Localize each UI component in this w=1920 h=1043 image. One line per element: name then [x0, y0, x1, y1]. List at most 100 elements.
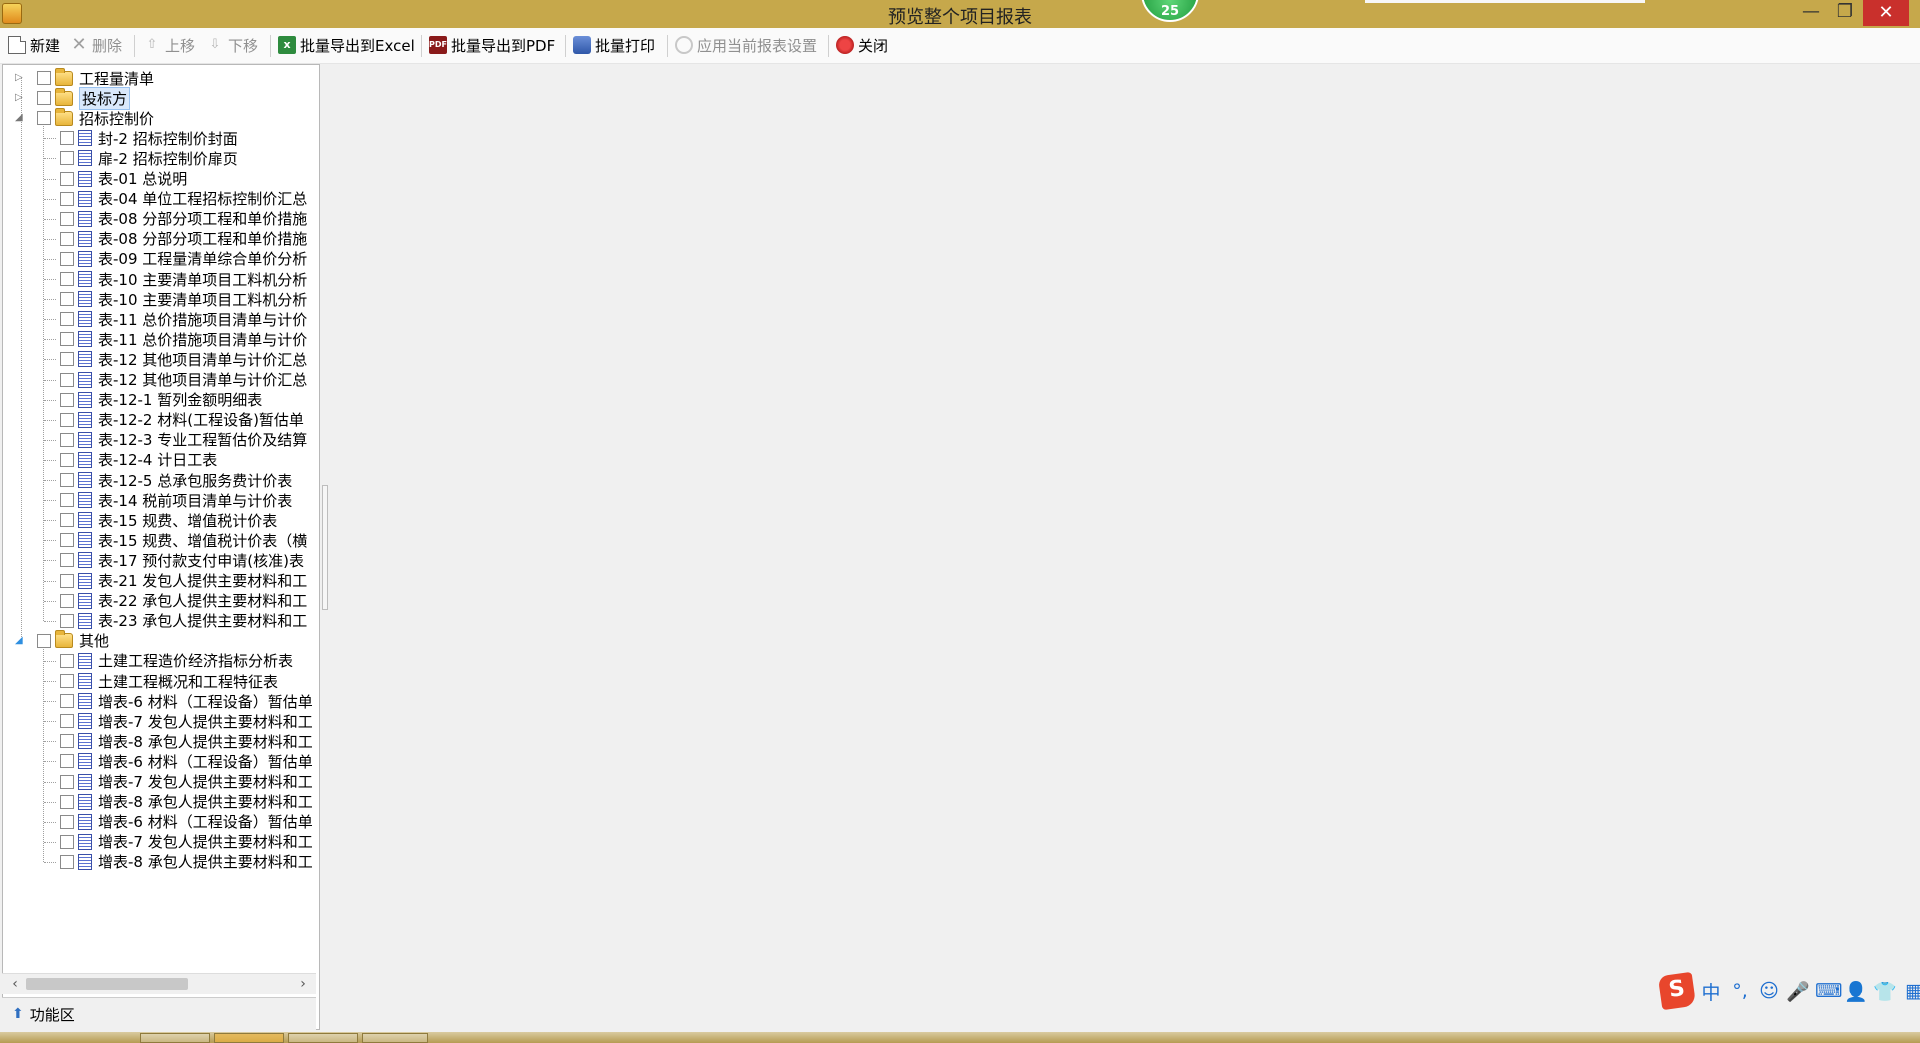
tree-item[interactable]: 表-10 主要清单项目工料机分析	[60, 289, 307, 309]
tree-item[interactable]: 表-11 总价措施项目清单与计价	[60, 309, 307, 329]
taskbar-app-active[interactable]	[214, 1033, 284, 1043]
tree-item[interactable]: 增表-7 发包人提供主要材料和工	[60, 711, 313, 731]
move-down-button[interactable]: ⇩ 下移	[206, 33, 258, 57]
tree-item[interactable]: 表-12-5 总承包服务费计价表	[60, 470, 292, 490]
export-excel-button[interactable]: x 批量导出到Excel	[278, 33, 415, 57]
taskbar-app[interactable]	[288, 1033, 358, 1043]
tree-checkbox[interactable]	[60, 292, 74, 307]
tree-checkbox[interactable]	[60, 231, 74, 246]
tree-checkbox[interactable]	[37, 111, 51, 126]
tree-checkbox[interactable]	[60, 854, 74, 869]
tree-group-3[interactable]: ◢ 其他	[3, 630, 109, 651]
tree-checkbox[interactable]	[60, 814, 74, 829]
expand-arrow-icon[interactable]: ▷	[15, 92, 25, 104]
tree-item[interactable]: 增表-7 发包人提供主要材料和工	[60, 772, 313, 792]
taskbar-app[interactable]	[140, 1033, 210, 1043]
tree-checkbox[interactable]	[60, 191, 74, 206]
tree-checkbox[interactable]	[60, 493, 74, 508]
move-up-button[interactable]: ⇧ 上移	[143, 33, 195, 57]
tree-group-1[interactable]: ▷ 投标方	[3, 86, 131, 110]
minimize-button[interactable]: —	[1794, 0, 1828, 26]
emoji-icon[interactable]: ☺	[1757, 980, 1781, 1002]
maximize-button[interactable]: ❐	[1828, 0, 1862, 26]
apply-settings-button[interactable]: 应用当前报表设置	[675, 33, 817, 57]
tree-item[interactable]: 增表-6 材料（工程设备）暂估单	[60, 691, 313, 711]
tree-item[interactable]: 增表-7 发包人提供主要材料和工	[60, 832, 313, 852]
tree-item[interactable]: 土建工程造价经济指标分析表	[60, 651, 293, 671]
tree-item[interactable]: 表-23 承包人提供主要材料和工	[60, 611, 307, 631]
delete-button[interactable]: ✕ 删除	[70, 33, 122, 57]
tree-checkbox[interactable]	[60, 412, 74, 427]
tree-checkbox[interactable]	[60, 372, 74, 387]
menu-grid-icon[interactable]: ▦	[1902, 980, 1920, 1002]
tree-checkbox[interactable]	[60, 392, 74, 407]
report-tree[interactable]: ▷ 工程量清单 ▷ 投标方 ◢ 招标控制价 封-2 招标控制价封面 扉-2 招标控制价扉页 表-…	[2, 64, 320, 1030]
tree-item[interactable]: 表-12 其他项目清单与计价汇总	[60, 349, 307, 369]
tree-item[interactable]: 增表-6 材料（工程设备）暂估单	[60, 751, 313, 771]
tree-checkbox[interactable]	[60, 593, 74, 608]
tree-item[interactable]: 表-12-4 计日工表	[60, 450, 217, 470]
skin-icon[interactable]: 👕	[1873, 980, 1897, 1003]
tree-item[interactable]: 表-11 总价措施项目清单与计价	[60, 329, 307, 349]
chinese-mode-icon[interactable]: 中	[1699, 978, 1723, 1005]
tree-checkbox[interactable]	[60, 754, 74, 769]
tree-item[interactable]: 表-14 税前项目清单与计价表	[60, 490, 292, 510]
tree-checkbox[interactable]	[60, 452, 74, 467]
keyboard-icon[interactable]: ⌨	[1815, 980, 1842, 1002]
tree-checkbox[interactable]	[60, 211, 74, 226]
tree-item[interactable]: 表-08 分部分项工程和单价措施	[60, 229, 307, 249]
tree-group-2[interactable]: ◢ 招标控制价	[3, 107, 154, 128]
tree-checkbox[interactable]	[37, 633, 51, 648]
taskbar-app[interactable]	[362, 1033, 428, 1043]
tree-checkbox[interactable]	[60, 171, 74, 186]
tree-checkbox[interactable]	[60, 653, 74, 668]
tree-checkbox[interactable]	[60, 573, 74, 588]
tree-checkbox[interactable]	[60, 352, 74, 367]
tree-item[interactable]: 增表-8 承包人提供主要材料和工	[60, 731, 313, 751]
tree-item[interactable]: 表-08 分部分项工程和单价措施	[60, 209, 307, 229]
tree-checkbox[interactable]	[60, 794, 74, 809]
tree-checkbox[interactable]	[60, 312, 74, 327]
tree-item[interactable]: 表-01 总说明	[60, 169, 187, 189]
ime-logo-icon[interactable]: S	[1657, 971, 1697, 1011]
tree-horizontal-scrollbar[interactable]: ‹ ›	[2, 973, 316, 994]
punctuation-icon[interactable]: °,	[1728, 980, 1752, 1002]
tree-item[interactable]: 表-17 预付款支付申请(核准)表	[60, 550, 304, 570]
tree-item[interactable]: 表-10 主要清单项目工料机分析	[60, 269, 307, 289]
collapse-arrow-icon[interactable]: ◢	[15, 635, 25, 647]
scroll-right-icon[interactable]: ›	[294, 975, 312, 993]
tree-checkbox[interactable]	[60, 694, 74, 709]
tree-checkbox[interactable]	[60, 272, 74, 286]
tree-item[interactable]: 表-12 其他项目清单与计价汇总	[60, 370, 307, 390]
batch-print-button[interactable]: 批量打印	[573, 33, 655, 57]
expand-arrow-icon[interactable]: ▷	[15, 72, 25, 84]
new-button[interactable]: 新建	[8, 33, 60, 57]
export-pdf-button[interactable]: PDF 批量导出到PDF	[429, 33, 555, 57]
tree-checkbox[interactable]	[60, 533, 74, 548]
scroll-left-icon[interactable]: ‹	[6, 975, 24, 993]
tree-checkbox[interactable]	[60, 714, 74, 729]
tree-item[interactable]: 表-22 承包人提供主要材料和工	[60, 591, 307, 611]
tree-item[interactable]: 表-09 工程量清单综合单价分析	[60, 249, 307, 269]
user-icon[interactable]: 👤	[1844, 980, 1868, 1003]
tree-checkbox[interactable]	[60, 553, 74, 568]
collapse-arrow-icon[interactable]: ◢	[15, 112, 25, 124]
tree-checkbox[interactable]	[60, 332, 74, 347]
tree-checkbox[interactable]	[60, 613, 74, 628]
close-button[interactable]: 关闭	[836, 33, 888, 57]
microphone-icon[interactable]: 🎤	[1786, 980, 1810, 1003]
tree-item[interactable]: 表-12-3 专业工程暂估价及结算	[60, 430, 307, 450]
tree-checkbox[interactable]	[60, 151, 74, 166]
tree-checkbox[interactable]	[60, 432, 74, 447]
tree-checkbox[interactable]	[60, 834, 74, 849]
tree-item[interactable]: 增表-8 承包人提供主要材料和工	[60, 792, 313, 812]
tree-item[interactable]: 增表-8 承包人提供主要材料和工	[60, 852, 313, 872]
tree-item[interactable]: 土建工程概况和工程特征表	[60, 671, 278, 691]
tree-checkbox[interactable]	[60, 251, 74, 266]
tree-item[interactable]: 表-15 规费、增值税计价表	[60, 510, 277, 530]
tree-item[interactable]: 表-15 规费、增值税计价表（横	[60, 530, 307, 550]
tree-checkbox[interactable]	[60, 131, 74, 146]
tree-checkbox[interactable]	[60, 734, 74, 749]
function-area-bar[interactable]: ⬆ 功能区	[2, 997, 316, 1030]
tree-group-0[interactable]: ▷ 工程量清单	[3, 67, 154, 88]
